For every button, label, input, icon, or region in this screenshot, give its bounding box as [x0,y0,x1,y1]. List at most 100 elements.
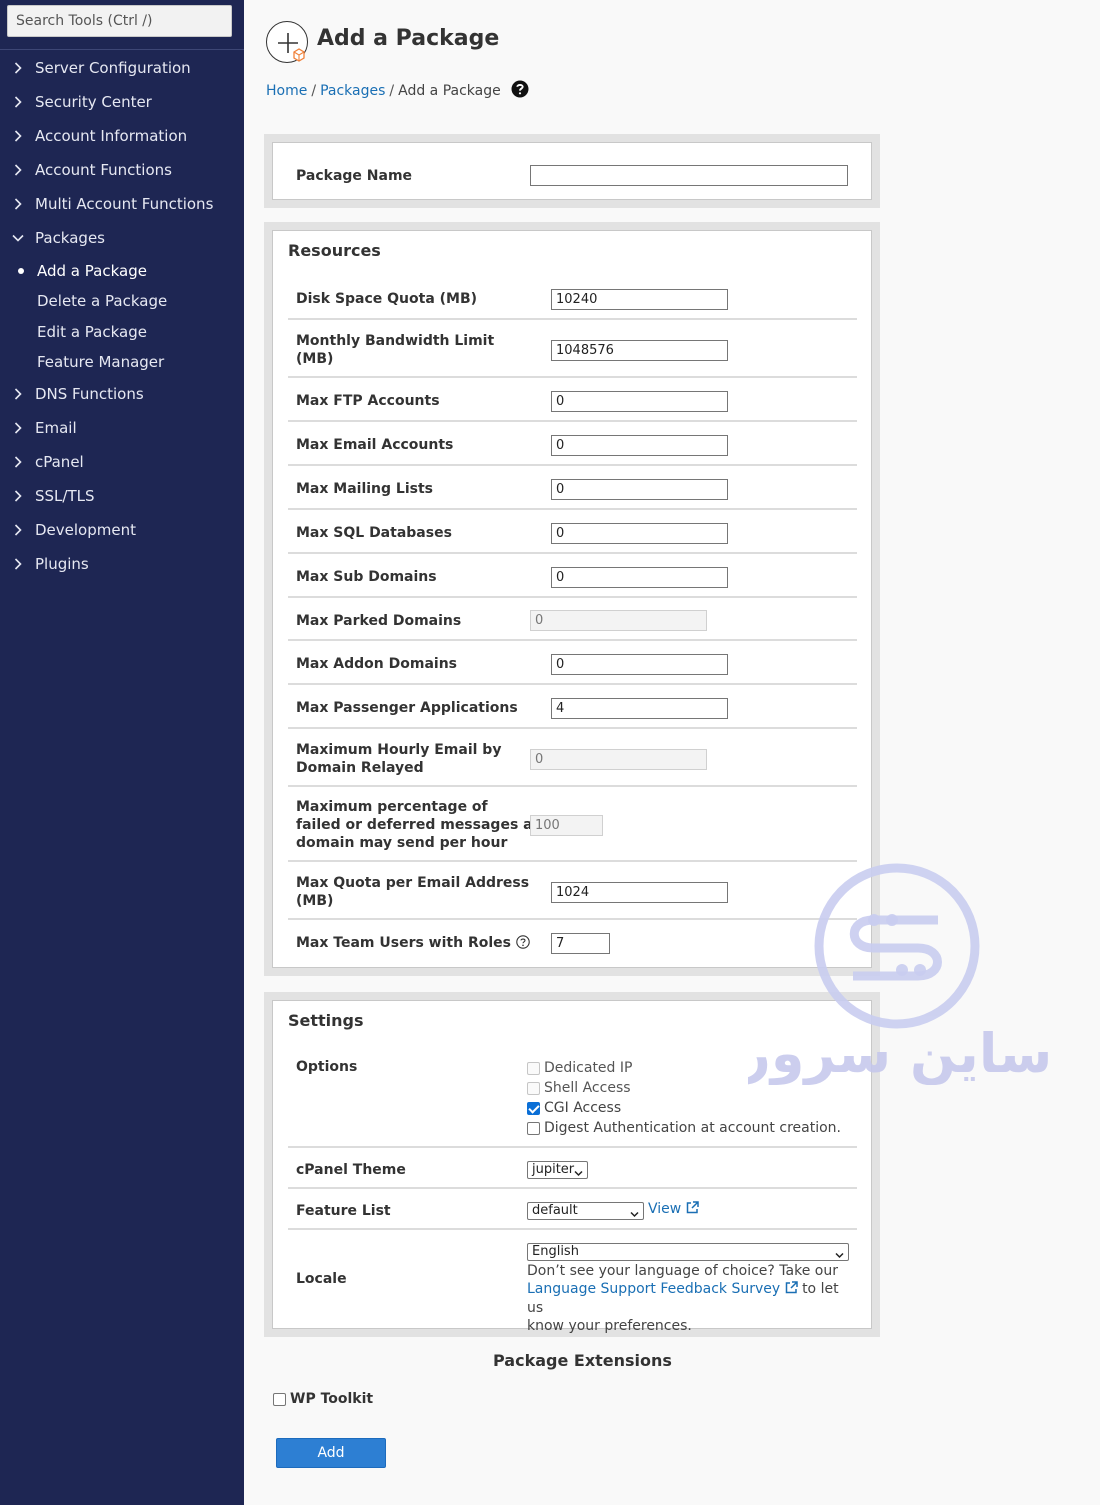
sidebar-item-label: DNS Functions [35,385,144,403]
row-divider [288,596,857,598]
max-sql-databases-input[interactable]: 0 [551,523,728,544]
row-divider [288,639,857,641]
locale-note-text: Don’t see your language of choice? Take … [527,1263,838,1279]
cgi-access-checkbox[interactable] [527,1102,540,1115]
options-label: Options [296,1059,358,1075]
max-ftp-accounts-input[interactable]: 0 [551,391,728,412]
feature-list-select[interactable]: default [527,1202,644,1220]
max-sub-domains-label: Max Sub Domains [296,569,437,585]
row-divider [288,420,857,422]
sidebar-subitem-feature-manager[interactable]: Feature Manager [0,349,244,375]
sidebar-item-ssl-tls[interactable]: SSL/TLS [0,482,244,510]
sidebar-item-label: Email [35,419,77,437]
max-addon-domains-label: Max Addon Domains [296,656,457,672]
sidebar-item-account-functions[interactable]: Account Functions [0,156,244,184]
question-circle-icon[interactable] [516,935,530,954]
sidebar-subitem-add-a-package[interactable]: Add a Package [0,258,244,284]
breadcrumb-separator: / [389,83,395,99]
sidebar-item-label: Multi Account Functions [35,195,214,213]
breadcrumb-packages-link[interactable]: Packages [320,83,385,99]
max-passenger-applications-input[interactable]: 4 [551,698,728,719]
sidebar-item-multi-account-functions[interactable]: Multi Account Functions [0,190,244,218]
search-tools-input[interactable]: Search Tools (Ctrl /) [7,5,232,37]
chevron-down-icon [12,224,28,252]
digest-auth-checkbox[interactable] [527,1122,540,1135]
max-failed-deferred-percentage-label: Maximum percentage of failed or deferred … [296,798,533,852]
row-divider [288,1187,857,1189]
max-addon-domains-input[interactable]: 0 [551,654,728,675]
external-link-icon [686,1201,699,1218]
sidebar-subitem-delete-a-package[interactable]: Delete a Package [0,288,244,314]
shell-access-checkbox [527,1082,540,1095]
sidebar-item-dns-functions[interactable]: DNS Functions [0,380,244,408]
sidebar-item-security-center[interactable]: Security Center [0,88,244,116]
sidebar-item-cpanel[interactable]: cPanel [0,448,244,476]
max-mailing-lists-input[interactable]: 0 [551,479,728,500]
max-ftp-accounts-label: Max FTP Accounts [296,393,440,409]
sidebar-subitem-edit-a-package[interactable]: Edit a Package [0,319,244,345]
sidebar-item-label: Security Center [35,93,152,111]
chevron-right-icon [14,190,28,218]
package-name-input[interactable] [530,165,848,186]
select-value: jupiter [532,1162,575,1177]
wp-toolkit-checkbox[interactable] [273,1393,286,1406]
monthly-bandwidth-input[interactable]: 1048576 [551,340,728,361]
row-divider [288,464,857,466]
resources-panel-inner: Resources Disk Space Quota (MB) 10240 Mo… [272,230,872,968]
breadcrumb-separator: / [311,83,317,99]
sidebar-subitem-label: Edit a Package [37,323,147,341]
max-hourly-email-label: Maximum Hourly Email by Domain Relayed [296,741,501,777]
max-quota-per-email-input[interactable]: 1024 [551,882,728,903]
max-hourly-email-input: 0 [530,749,707,770]
locale-select[interactable]: English [527,1243,849,1261]
locale-note: Don’t see your language of choice? Take … [527,1262,847,1335]
language-survey-link[interactable]: Language Support Feedback Survey [527,1281,798,1297]
sidebar-item-label: cPanel [35,453,84,471]
chevron-right-icon [14,414,28,442]
cpanel-theme-label: cPanel Theme [296,1162,406,1178]
sidebar-item-server-configuration[interactable]: Server Configuration [0,54,244,82]
sidebar-item-label: SSL/TLS [35,487,95,505]
sidebar-item-development[interactable]: Development [0,516,244,544]
add-button[interactable]: Add [276,1438,386,1468]
sidebar-item-packages[interactable]: Packages [0,224,244,252]
label-line: (MB) [296,351,334,367]
chevron-down-icon [574,1166,583,1182]
external-link-icon [785,1281,798,1299]
package-extensions-title: Package Extensions [493,1351,672,1370]
max-quota-per-email-label: Max Quota per Email Address (MB) [296,874,529,910]
label-text: Max Team Users with Roles [296,935,511,951]
chevron-right-icon [14,380,28,408]
help-icon[interactable] [511,80,529,105]
add-package-icon [266,21,308,63]
cgi-access-label: CGI Access [544,1100,622,1116]
sidebar-subitem-label: Feature Manager [37,353,165,371]
sidebar-item-label: Account Functions [35,161,172,179]
package-name-panel: Package Name [264,134,880,208]
max-email-accounts-input[interactable]: 0 [551,435,728,456]
sidebar-item-plugins[interactable]: Plugins [0,550,244,578]
view-link-text: View [648,1201,682,1217]
active-dot-icon [18,268,24,274]
cpanel-theme-select[interactable]: jupiter [527,1161,588,1179]
select-value: English [532,1244,579,1259]
label-line: Max Quota per Email Address [296,875,530,891]
sidebar-item-label: Plugins [35,555,89,573]
disk-space-quota-input[interactable]: 10240 [551,289,728,310]
shell-access-label: Shell Access [544,1080,631,1096]
max-passenger-applications-label: Max Passenger Applications [296,700,518,716]
sidebar-item-account-information[interactable]: Account Information [0,122,244,150]
max-team-users-label: Max Team Users with Roles [296,934,530,954]
settings-title: Settings [288,1011,364,1030]
wp-toolkit-label: WP Toolkit [290,1391,374,1407]
sidebar-item-email[interactable]: Email [0,414,244,442]
sidebar-divider [0,49,244,50]
package-name-panel-inner: Package Name [272,142,872,200]
row-divider [288,318,857,320]
breadcrumb-home-link[interactable]: Home [266,83,307,99]
row-divider [288,376,857,378]
max-email-accounts-label: Max Email Accounts [296,437,454,453]
max-team-users-input[interactable]: 7 [551,933,610,954]
max-sub-domains-input[interactable]: 0 [551,567,728,588]
view-feature-list-link[interactable]: View [648,1201,699,1218]
